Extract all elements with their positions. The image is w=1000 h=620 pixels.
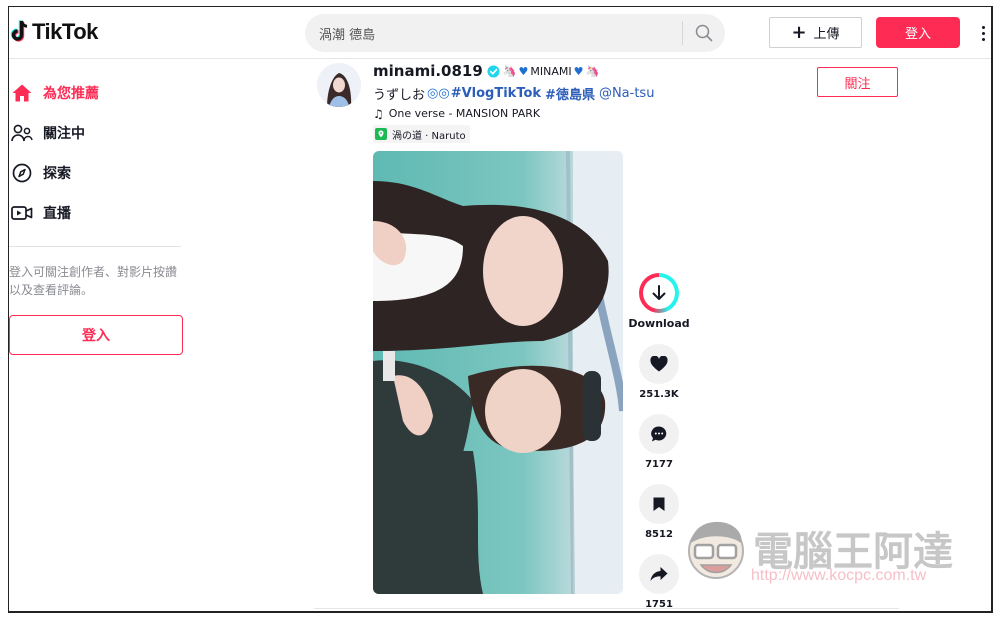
upload-label: 上傳 (813, 27, 840, 42)
following-icon (11, 122, 33, 144)
sidebar-login-button[interactable]: 登入 (9, 315, 183, 355)
download-label: Download (628, 317, 690, 330)
whirlpool-emoji-icon: ◎ (427, 86, 439, 101)
hashtag-link[interactable]: #徳島県 (545, 84, 595, 103)
video-player[interactable] (373, 151, 623, 594)
login-prompt-text: 登入可關注創作者、對影片按讚以及查看評論。 (9, 265, 178, 297)
header-login-button[interactable]: 登入 (876, 17, 960, 48)
site-watermark: 電腦王阿達 http://www.kocpc.com.tw (681, 507, 961, 592)
search-icon (695, 24, 713, 42)
watermark-url: http://www.kocpc.com.tw (751, 567, 927, 584)
author-username[interactable]: minami.0819 (373, 62, 483, 80)
sidebar-item-label: 探索 (43, 166, 71, 182)
unicorn-emoji-icon: 🦄 (585, 64, 600, 78)
save-button[interactable] (639, 484, 679, 524)
home-icon (11, 82, 33, 104)
music-note-icon: ♫ (373, 106, 384, 121)
like-button[interactable] (639, 344, 679, 384)
heart-icon (650, 356, 668, 372)
watermark-title: 電腦王阿達 (753, 529, 953, 575)
browser-page: TikTok + 上傳 登入 為您推薦 (8, 6, 993, 613)
comment-count: 7177 (645, 459, 673, 470)
save-count: 8512 (645, 529, 673, 540)
like-count: 251.3K (639, 389, 679, 400)
post-info: minami.0819 🦄 ♥ MINAMI ♥ 🦄 うずしお ◎ ◎ #Vlo… (373, 61, 813, 144)
blue-heart-emoji-icon: ♥ (573, 64, 584, 78)
hashtag-link[interactable]: #VlogTikTok (451, 86, 541, 101)
sidebar-item-for-you[interactable]: 為您推薦 (9, 73, 189, 113)
whirlpool-emoji-icon: ◎ (438, 86, 450, 101)
sidebar-item-label: 直播 (43, 206, 71, 222)
share-button[interactable] (639, 554, 679, 594)
post-caption: うずしお ◎ ◎ #VlogTikTok #徳島県 @Na-tsu (373, 84, 813, 103)
music-title: One verse - MANSION PARK (388, 107, 541, 120)
mention-link[interactable]: @Na-tsu (599, 86, 655, 101)
comment-button[interactable] (639, 414, 679, 454)
search-input[interactable] (305, 25, 682, 41)
sidebar-item-explore[interactable]: 探索 (9, 153, 189, 193)
more-options-icon[interactable] (977, 21, 989, 45)
logo-text: TikTok (32, 19, 98, 44)
unicorn-emoji-icon: 🦄 (502, 64, 517, 78)
live-icon (11, 202, 33, 224)
sidebar-item-label: 關注中 (43, 126, 85, 142)
download-arrow-icon (652, 285, 666, 300)
location-text: 渦の道 · Naruto (392, 130, 466, 142)
video-thumbnail (373, 151, 623, 594)
follow-button[interactable]: 關注 (817, 67, 898, 97)
sidebar-divider (9, 246, 181, 247)
download-button[interactable] (639, 273, 679, 313)
blue-heart-emoji-icon: ♥ (518, 64, 529, 78)
music-link[interactable]: ♫ One verse - MANSION PARK (373, 105, 813, 122)
sidebar-item-following[interactable]: 關注中 (9, 113, 189, 153)
nickname-text: MINAMI (530, 64, 572, 78)
action-bar: Download 251.3K 7177 8512 1751 (628, 273, 690, 610)
author-nickname: 🦄 ♥ MINAMI ♥ 🦄 (503, 65, 599, 78)
sidebar-item-label: 為您推薦 (43, 86, 99, 102)
caption-text: うずしお (373, 88, 426, 103)
bookmark-icon (653, 497, 665, 511)
location-pin-icon (375, 128, 387, 140)
tiktok-logo[interactable]: TikTok (9, 19, 98, 45)
share-arrow-icon (650, 567, 668, 581)
feed-divider (314, 608, 899, 609)
verified-badge-icon (487, 64, 500, 78)
plus-icon: + (791, 21, 807, 43)
top-header: TikTok + 上傳 登入 (9, 7, 991, 59)
avatar[interactable] (317, 63, 361, 107)
upload-button[interactable]: + 上傳 (769, 17, 862, 48)
search-bar (305, 14, 725, 52)
search-button[interactable] (683, 14, 725, 52)
location-tag[interactable]: 渦の道 · Naruto (373, 125, 470, 143)
compass-icon (11, 162, 33, 184)
comment-icon (651, 426, 667, 442)
tiktok-note-icon (10, 20, 28, 42)
sidebar-item-live[interactable]: 直播 (9, 193, 189, 233)
sidebar: 為您推薦 關注中 探索 直播 登入可關注創作者、對影片按讚以及查看評論。 登入 (9, 59, 189, 355)
mascot-face-icon (688, 521, 744, 579)
